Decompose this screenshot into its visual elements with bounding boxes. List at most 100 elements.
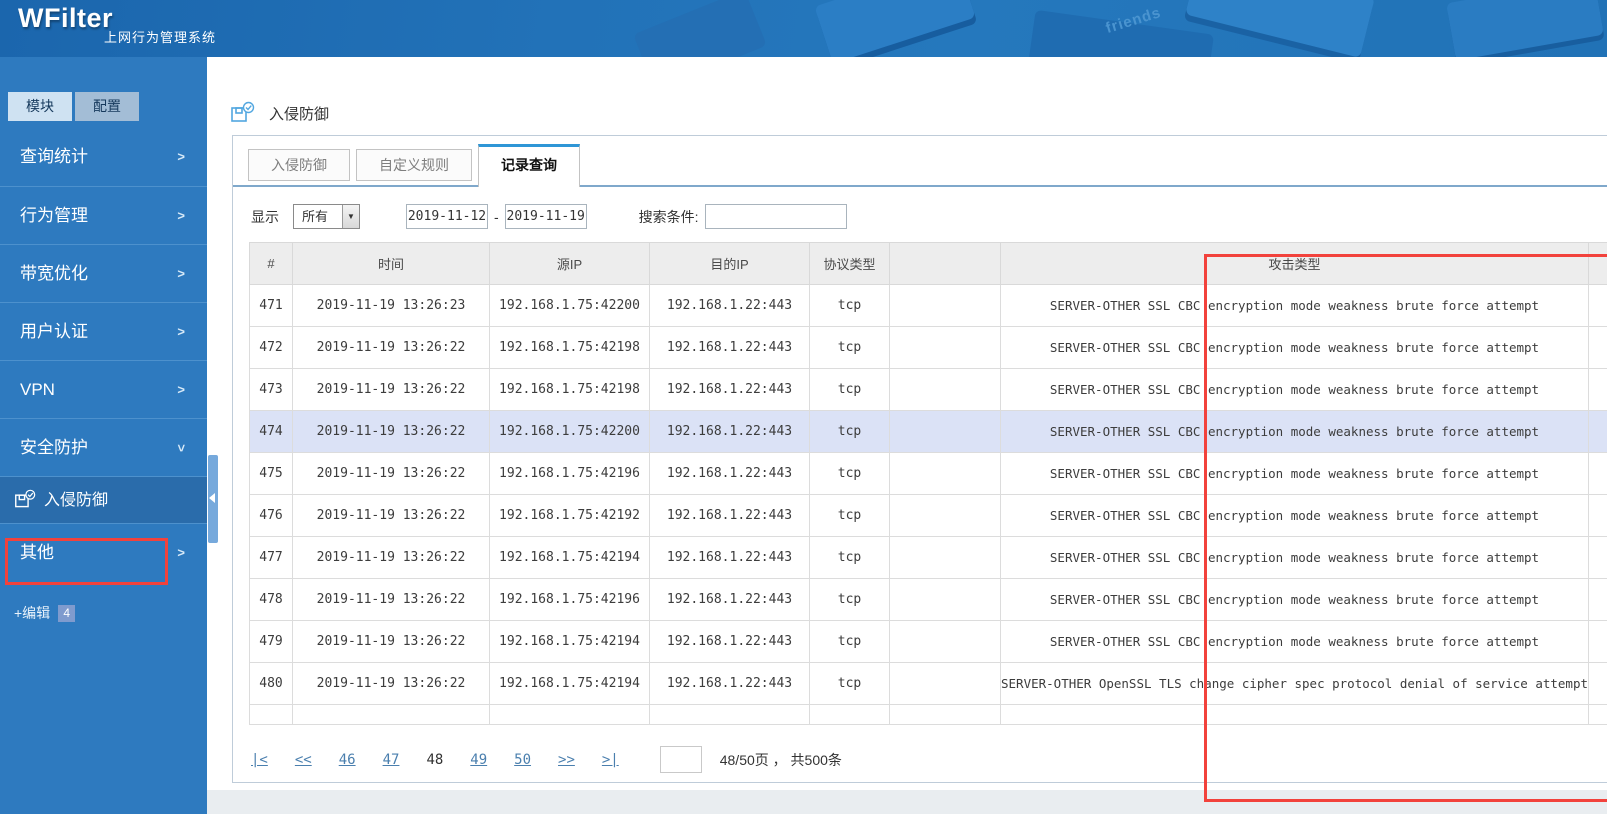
table-cell: tcp	[809, 410, 890, 453]
sidebar-menu: 查询统计 > 行为管理 > 带宽优化 > 用户认证 > VPN > 安全防护 > 入侵防御 其他 >	[0, 128, 207, 581]
table-row[interactable]: 473 2019-11-19 13:26:22 192.168.1.75:42198…	[249, 368, 1607, 411]
sidebar-item-label: VPN	[20, 380, 55, 399]
table-cell	[489, 704, 650, 725]
table-cell	[1588, 494, 1607, 537]
chevron-right-icon: >	[177, 382, 185, 397]
goto-page-input[interactable]	[659, 746, 702, 773]
app-header: friends WFilter 上网行为管理系统	[0, 0, 1607, 57]
table-row[interactable]: 480 2019-11-19 13:26:22 192.168.1.75:42194…	[249, 662, 1607, 705]
table-cell: 2019-11-19 13:26:22	[292, 326, 490, 369]
sidebar-collapse-handle[interactable]	[208, 455, 218, 543]
search-input[interactable]	[704, 204, 847, 229]
edit-count-badge: 4	[58, 604, 76, 622]
table-cell: SERVER-OTHER OpenSSL TLS change cipher s…	[1000, 662, 1589, 705]
pagination-page-46[interactable]: 46	[339, 752, 356, 768]
date-from-input[interactable]	[406, 204, 488, 229]
chevron-right-icon: >	[177, 266, 185, 281]
date-separator: -	[494, 208, 499, 225]
pagination-last[interactable]: >|	[602, 752, 619, 768]
table-cell: tcp	[809, 536, 890, 579]
table-row[interactable]: 472 2019-11-19 13:26:22 192.168.1.75:42198…	[249, 326, 1607, 369]
log-table-body: 471 2019-11-19 13:26:23 192.168.1.75:42200…	[249, 284, 1607, 725]
table-cell: tcp	[809, 620, 890, 663]
table-cell	[649, 704, 810, 725]
table-cell: 478	[249, 578, 293, 621]
table-cell: SERVER-OTHER SSL CBC encryption mode wea…	[1000, 620, 1589, 663]
table-cell: 192.168.1.75:42198	[489, 326, 650, 369]
table-cell: 2019-11-19 13:26:22	[292, 536, 490, 579]
table-cell: 473	[249, 368, 293, 411]
sidebar-item-user-auth[interactable]: 用户认证 >	[0, 302, 207, 360]
display-select[interactable]: 所有 ▼	[293, 204, 360, 229]
table-cell: 192.168.1.22:443	[649, 578, 810, 621]
table-cell: 2019-11-19 13:26:22	[292, 368, 490, 411]
table-cell	[889, 662, 1001, 705]
table-cell	[889, 704, 1001, 725]
table-row[interactable]: 475 2019-11-19 13:26:22 192.168.1.75:42196…	[249, 452, 1607, 495]
sidebar-item-vpn[interactable]: VPN >	[0, 360, 207, 418]
pagination-links: |< << 46 47 48 49 50 >> >|	[251, 752, 646, 768]
table-cell: 192.168.1.22:443	[649, 494, 810, 537]
table-cell: tcp	[809, 284, 890, 327]
column-header	[889, 242, 1001, 285]
table-cell	[1588, 536, 1607, 579]
date-to-input[interactable]	[504, 204, 587, 229]
table-cell: 2019-11-19 13:26:22	[292, 620, 490, 663]
table-cell	[1588, 662, 1607, 705]
table-cell: 475	[249, 452, 293, 495]
table-row[interactable]: 478 2019-11-19 13:26:22 192.168.1.75:42196…	[249, 578, 1607, 621]
sidebar-item-intrusion-prevention[interactable]: 入侵防御	[0, 476, 207, 523]
content-panel: 入侵防御自定义规则记录查询 显示 所有 ▼ - 搜索条件: #时间源IP目的IP…	[232, 135, 1607, 783]
sidebar-tab-modules[interactable]: 模块	[8, 92, 72, 121]
table-cell	[1588, 620, 1607, 663]
search-condition-label: 搜索条件:	[638, 208, 699, 225]
sidebar-tab-config[interactable]: 配置	[75, 92, 139, 121]
pagination-page-50[interactable]: 50	[514, 752, 531, 768]
tab-custom-rules[interactable]: 自定义规则	[356, 149, 472, 181]
table-row[interactable]: 477 2019-11-19 13:26:22 192.168.1.75:42194…	[249, 536, 1607, 579]
table-cell: tcp	[809, 578, 890, 621]
table-cell	[889, 452, 1001, 495]
tab-strip: 入侵防御 自定义规则 记录查询	[233, 136, 1607, 187]
pagination-prev[interactable]: <<	[295, 752, 312, 768]
table-row[interactable]: 471 2019-11-19 13:26:23 192.168.1.75:42200…	[249, 284, 1607, 327]
pagination-page-49[interactable]: 49	[470, 752, 487, 768]
tab-intrusion-prevention[interactable]: 入侵防御	[248, 149, 350, 181]
table-cell	[1588, 326, 1607, 369]
logo-subtitle: 上网行为管理系统	[104, 30, 217, 45]
table-row[interactable]: 479 2019-11-19 13:26:22 192.168.1.75:42194…	[249, 620, 1607, 663]
table-cell: 192.168.1.75:42196	[489, 578, 650, 621]
keyboard-key-decoration	[1446, 0, 1604, 57]
table-cell: 192.168.1.75:42194	[489, 620, 650, 663]
table-cell: 2019-11-19 13:26:22	[292, 452, 490, 495]
table-cell	[249, 704, 293, 725]
sidebar-item-security-protect[interactable]: 安全防护 >	[0, 418, 207, 476]
sidebar: 模块 配置 查询统计 > 行为管理 > 带宽优化 > 用户认证 > VPN > 安全防护 > 入侵防御 其他…	[0, 57, 207, 814]
display-select-value: 所有	[302, 209, 329, 224]
table-cell: 192.168.1.75:42196	[489, 452, 650, 495]
table-row[interactable]: 474 2019-11-19 13:26:22 192.168.1.75:42200…	[249, 410, 1607, 453]
table-cell	[889, 410, 1001, 453]
sidebar-item-others[interactable]: 其他 >	[0, 523, 207, 581]
dropdown-arrow-icon[interactable]: ▼	[342, 205, 359, 228]
tab-record-query[interactable]: 记录查询	[478, 144, 580, 187]
chevron-right-icon: >	[177, 324, 185, 339]
column-header: 攻击类型	[1000, 242, 1589, 285]
table-cell: tcp	[809, 494, 890, 537]
table-cell: 192.168.1.22:443	[649, 284, 810, 327]
edit-row[interactable]: +编辑 4	[14, 603, 207, 623]
chevron-down-icon: >	[174, 444, 190, 452]
pagination-page-47[interactable]: 47	[383, 752, 400, 768]
table-row[interactable]: 476 2019-11-19 13:26:22 192.168.1.75:42192…	[249, 494, 1607, 537]
pagination-first[interactable]: |<	[251, 752, 268, 768]
sidebar-item-query-stats[interactable]: 查询统计 >	[0, 128, 207, 186]
intrusion-log-table: # 时间 源IP 目的IP 协议类型 攻击类型 471 2019-11-19 13:26:2…	[249, 242, 1607, 725]
pagination-next[interactable]: >>	[558, 752, 575, 768]
table-cell: 474	[249, 410, 293, 453]
chevron-right-icon: >	[177, 208, 185, 223]
sidebar-item-bandwidth-opt[interactable]: 带宽优化 >	[0, 244, 207, 302]
filter-row: 显示 所有 ▼ - 搜索条件:	[251, 204, 1607, 229]
table-cell	[292, 704, 490, 725]
table-cell: SERVER-OTHER SSL CBC encryption mode wea…	[1000, 452, 1589, 495]
sidebar-item-behavior-mgmt[interactable]: 行为管理 >	[0, 186, 207, 244]
